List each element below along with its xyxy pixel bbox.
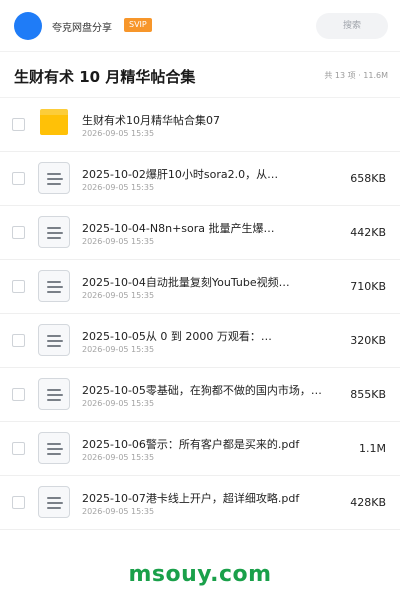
file-row[interactable]: 2025-10-04-N8n+sora 批量产生爆… 2026-09-05 15… [0,206,400,260]
file-row[interactable]: 生财有术10月精华帖合集07 2026-09-05 15:35 [0,98,400,152]
file-count-meta: 共 13 项 · 11.6M [324,71,388,80]
row-checkbox[interactable] [12,496,25,509]
file-name: 2025-10-04自动批量复刻YouTube视频… [82,276,290,289]
file-row[interactable]: 2025-10-02爆肝10小时sora2.0，从… 2026-09-05 15… [0,152,400,206]
file-date: 2026-09-05 15:35 [82,183,155,192]
file-name: 生财有术10月精华帖合集07 [82,114,220,127]
file-name: 2025-10-02爆肝10小时sora2.0，从… [82,168,279,181]
svip-badge: SVIP [124,18,152,32]
file-list: 生财有术10月精华帖合集07 2026-09-05 15:35 2025-10-… [0,98,400,530]
file-date: 2026-09-05 15:35 [82,129,155,138]
top-bar: 夸克网盘分享 SVIP 搜索 [0,0,400,52]
file-date: 2026-09-05 15:35 [82,237,155,246]
file-date: 2026-09-05 15:35 [82,399,155,408]
file-date: 2026-09-05 15:35 [82,453,155,462]
row-checkbox[interactable] [12,118,25,131]
document-icon [38,162,70,194]
document-icon [38,486,70,518]
site-watermark: msouy.com [128,562,272,587]
file-row[interactable]: 2025-10-05零基础，在狗都不做的国内市场，… 2026-09-05 15… [0,368,400,422]
document-icon [38,432,70,464]
file-date: 2026-09-05 15:35 [82,291,155,300]
file-row[interactable]: 2025-10-04自动批量复刻YouTube视频… 2026-09-05 15… [0,260,400,314]
file-row[interactable]: 2025-10-05从 0 到 2000 万观看：… 2026-09-05 15… [0,314,400,368]
folder-icon [38,108,70,140]
file-name: 2025-10-07港卡线上开户，超详细攻略.pdf [82,492,300,505]
search-input[interactable]: 搜索 [316,13,388,39]
file-size: 1.1M [359,442,386,455]
file-date: 2026-09-05 15:35 [82,507,155,516]
file-size: 855KB [350,388,386,401]
row-checkbox[interactable] [12,388,25,401]
file-size: 428KB [350,496,386,509]
document-icon [38,216,70,248]
file-size: 442KB [350,226,386,239]
avatar[interactable] [14,12,42,40]
row-checkbox[interactable] [12,226,25,239]
file-row[interactable]: 2025-10-06警示：所有客户都是买来的.pdf 2026-09-05 15… [0,422,400,476]
file-size: 658KB [350,172,386,185]
file-name: 2025-10-05零基础，在狗都不做的国内市场，… [82,384,322,397]
document-icon [38,324,70,356]
file-row[interactable]: 2025-10-07港卡线上开户，超详细攻略.pdf 2026-09-05 15… [0,476,400,530]
file-size: 320KB [350,334,386,347]
file-date: 2026-09-05 15:35 [82,345,155,354]
row-checkbox[interactable] [12,280,25,293]
file-size: 710KB [350,280,386,293]
row-checkbox[interactable] [12,442,25,455]
document-icon [38,270,70,302]
title-bar: 生财有术 10 月精华帖合集 共 13 项 · 11.6M [0,52,400,98]
file-name: 2025-10-06警示：所有客户都是买来的.pdf [82,438,300,451]
file-name: 2025-10-05从 0 到 2000 万观看：… [82,330,272,343]
page-title: 生财有术 10 月精华帖合集 [14,68,196,86]
username: 夸克网盘分享 [52,23,112,34]
file-name: 2025-10-04-N8n+sora 批量产生爆… [82,222,275,235]
row-checkbox[interactable] [12,334,25,347]
row-checkbox[interactable] [12,172,25,185]
document-icon [38,378,70,410]
